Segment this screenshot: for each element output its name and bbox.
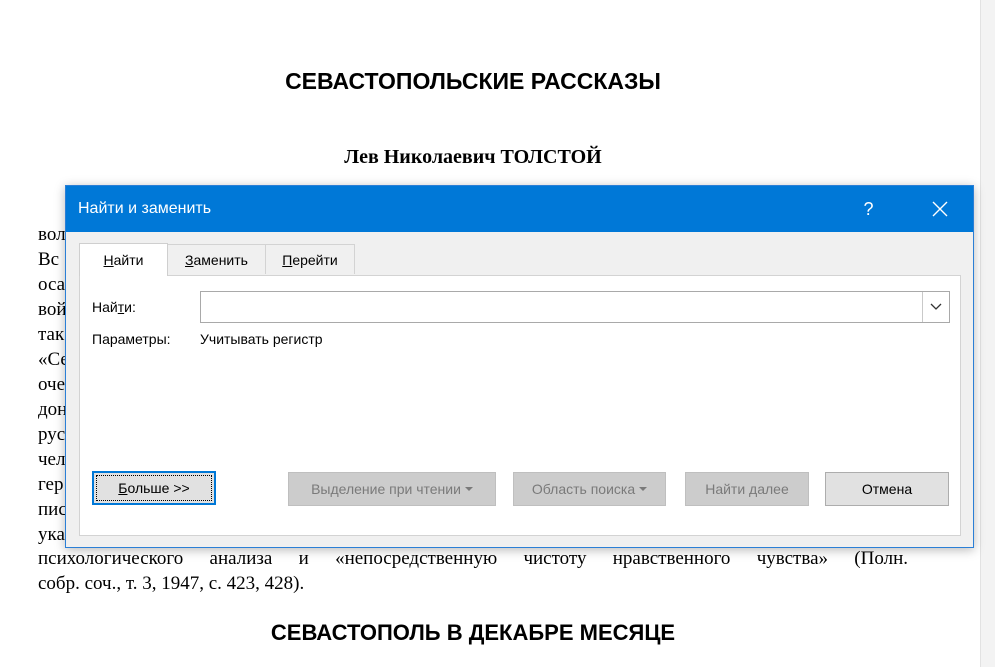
cancel-button[interactable]: Отмена [825,472,949,506]
document-paragraph: психологического анализа и «непосредстве… [38,546,908,596]
tab-replace[interactable]: Заменить [167,244,266,274]
tab-goto[interactable]: Перейти [265,244,355,274]
find-panel: Найти: Параметры: Учитывать регистр Боль… [79,275,961,536]
tab-label: Перейти [282,251,338,268]
tab-label: Заменить [185,251,248,268]
find-dropdown-button[interactable] [922,292,949,322]
reading-highlight-button[interactable]: Выделение при чтении [288,472,496,506]
help-button[interactable]: ? [836,186,901,232]
focus-rectangle [96,475,212,501]
reading-highlight-label: Выделение при чтении [311,481,461,497]
search-scope-button[interactable]: Область поиска [513,472,666,506]
find-replace-dialog: Найти и заменить ? Найти Заменить Перейт… [65,185,974,548]
vertical-scrollbar[interactable] [980,0,995,667]
search-scope-label: Область поиска [531,481,636,497]
tab-label: Найти [103,252,144,268]
chevron-down-icon [930,303,942,310]
options-label: Параметры: [92,331,171,347]
options-value: Учитывать регистр [200,331,323,347]
dropdown-caret-icon [464,487,473,491]
find-label: Найти: [92,299,136,315]
tab-find[interactable]: Найти [79,243,168,276]
find-next-label: Найти далее [705,481,789,497]
dialog-titlebar[interactable]: Найти и заменить ? [66,186,973,232]
dropdown-caret-icon [639,487,648,491]
document-title: СЕВАСТОПОЛЬСКИЕ РАССКАЗЫ [285,68,661,94]
more-button[interactable]: Больше >> [92,471,216,505]
document-author: Лев Николаевич ТОЛСТОЙ [344,146,602,168]
cancel-label: Отмена [861,481,913,497]
section-heading: СЕВАСТОПОЛЬ В ДЕКАБРЕ МЕСЯЦЕ [270,620,676,645]
paragraph-line: собр. соч., т. 3, 1947, с. 423, 428). [38,573,305,594]
close-button[interactable] [906,186,974,232]
find-combobox[interactable] [200,291,950,323]
paragraph-line: психологического анализа и «непосредстве… [38,548,908,569]
find-next-button[interactable]: Найти далее [685,472,809,506]
find-input[interactable] [201,292,921,322]
close-icon [932,201,948,217]
dialog-title: Найти и заменить [78,200,212,217]
help-icon: ? [863,198,874,219]
